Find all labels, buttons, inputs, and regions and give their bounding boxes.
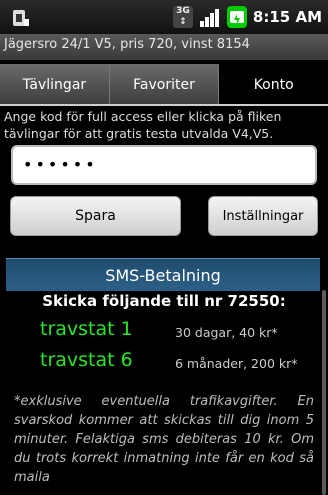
tab-divider [0, 104, 328, 106]
access-code-input[interactable]: •••••• [11, 145, 317, 185]
sim-icon [10, 8, 30, 28]
sms-code: travstat 1 [40, 318, 133, 340]
sms-price: 6 månader, 200 kr* [175, 356, 298, 371]
sms-payment-header: SMS-Betalning [6, 258, 320, 291]
tab-tavlingar[interactable]: Tävlingar [0, 64, 110, 106]
sms-code: travstat 6 [40, 349, 133, 371]
signal-icon [199, 6, 221, 28]
sms-price: 30 dagar, 40 kr* [175, 325, 278, 340]
clock: 8:15 AM [252, 8, 322, 26]
sms-instructions: Skicka följande till nr 72550: [42, 292, 286, 310]
list-item: travstat 6 6 månader, 200 kr* [0, 349, 328, 379]
list-item: travstat 1 30 dagar, 40 kr* [0, 318, 328, 348]
scrollbar[interactable] [322, 290, 326, 495]
tab-konto[interactable]: Konto [219, 64, 328, 106]
tab-bar: Tävlingar Favoriter Konto [0, 64, 328, 106]
settings-button[interactable]: Inställningar [208, 196, 318, 236]
tab-favoriter[interactable]: Favoriter [109, 64, 220, 106]
info-text: Ange kod för full access eller klicka på… [4, 109, 282, 141]
window-title: Jägersro 24/1 V5, pris 720, vinst 8154 [0, 34, 328, 60]
footnote: *exklusive eventuella trafikavgifter. En… [14, 394, 314, 485]
save-button[interactable]: Spara [10, 196, 181, 236]
status-bar: 3G ↕ 8:15 AM [0, 0, 328, 34]
network-3g-icon: 3G ↕ [172, 6, 193, 28]
battery-icon [226, 6, 247, 28]
